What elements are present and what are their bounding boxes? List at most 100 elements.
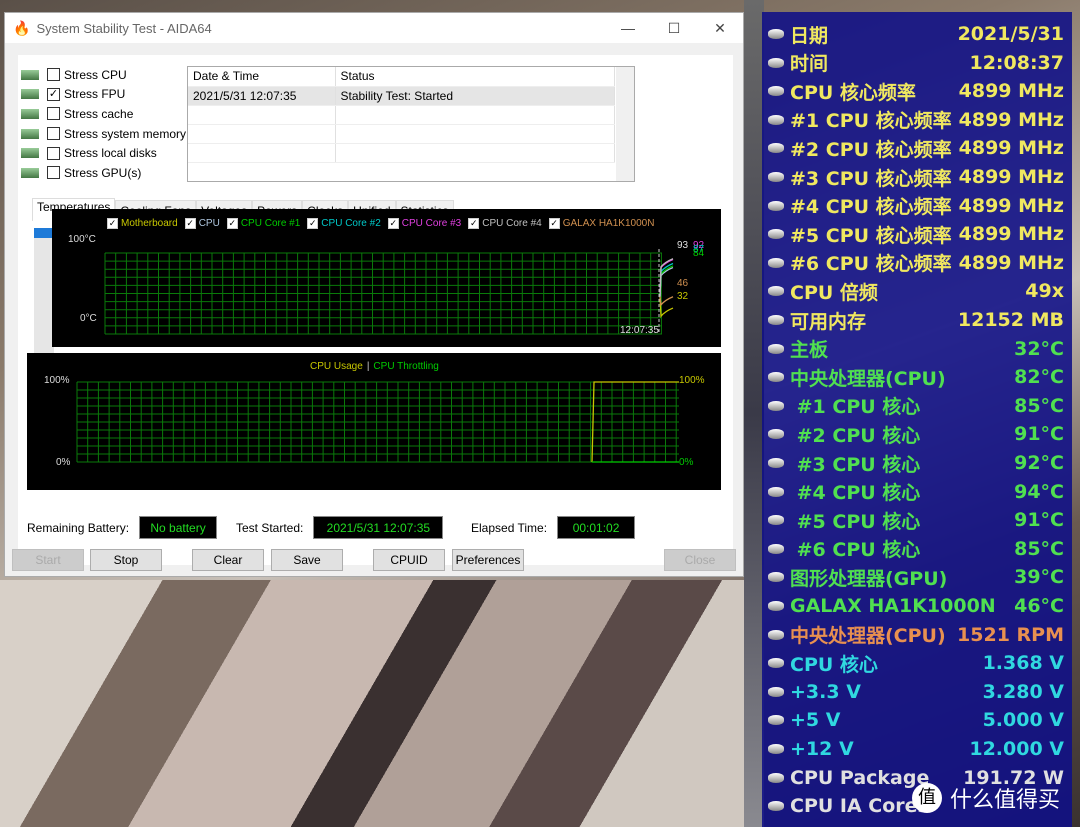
osd-row: #2 CPU 核心频率 4899 MHz — [768, 134, 1064, 162]
close-window-button[interactable]: ✕ — [697, 20, 743, 37]
chart-scrollbar[interactable] — [34, 228, 54, 354]
osd-row: 日期 2021/5/31 — [768, 20, 1064, 48]
watermark: 值什么值得买 — [912, 782, 1060, 814]
calendar-icon — [768, 29, 784, 39]
osd-value: 12.000 V — [969, 738, 1064, 760]
minimize-button[interactable]: — — [605, 20, 651, 37]
osd-row: #3 CPU 核心 92°C — [768, 449, 1064, 477]
osd-label: CPU IA Cores — [790, 795, 929, 818]
cpu-icon — [768, 229, 784, 240]
y-top-label: 100°C — [68, 234, 96, 245]
osd-value: 82°C — [1014, 366, 1064, 389]
maximize-button[interactable]: ☐ — [651, 20, 697, 37]
osd-value: 32°C — [1014, 337, 1064, 360]
stop-button[interactable]: Stop — [90, 549, 162, 571]
osd-value: 1521 RPM — [957, 623, 1064, 646]
cpuid-button[interactable]: CPUID — [373, 549, 445, 571]
stress-label: Stress local disks — [64, 146, 157, 161]
osd-row: CPU 倍频 49x — [768, 277, 1064, 305]
osd-row: #4 CPU 核心频率 4899 MHz — [768, 192, 1064, 220]
cpu-icon — [768, 86, 784, 97]
y-bottom-label: 0°C — [80, 313, 97, 324]
fpu-icon — [21, 89, 39, 100]
log-row[interactable]: 2021/5/31 12:07:35 Stability Test: Starte… — [188, 86, 615, 106]
osd-value: 5.000 V — [982, 709, 1064, 732]
osd-value: 85°C — [1014, 537, 1064, 560]
log-scrollbar[interactable] — [616, 67, 634, 181]
osd-label: CPU 核心 — [790, 653, 878, 676]
end-value-label: 46 — [677, 278, 689, 289]
osd-row: #2 CPU 核心 91°C — [768, 420, 1064, 448]
y-right-bottom: 0% — [679, 457, 694, 468]
osd-row: #5 CPU 核心 91°C — [768, 506, 1064, 534]
test-started-value: 2021/5/31 12:07:35 — [313, 516, 444, 539]
cpu-icon — [768, 143, 784, 154]
stress-option[interactable]: Stress local disks — [21, 143, 186, 163]
watermark-logo: 值 — [912, 783, 942, 813]
test-started-label: Test Started: — [236, 520, 304, 535]
y-right-top: 100% — [679, 375, 705, 386]
y-left-top: 100% — [44, 375, 70, 386]
memory-icon — [21, 128, 39, 139]
clear-button[interactable]: Clear — [192, 549, 264, 571]
cpu-icon — [768, 286, 784, 297]
stress-checkbox[interactable] — [47, 127, 60, 141]
osd-value: 4899 MHz — [958, 223, 1064, 246]
stress-label: Stress GPU(s) — [64, 165, 142, 180]
stress-checkbox[interactable] — [47, 68, 60, 82]
stress-option[interactable]: Stress cache — [21, 104, 186, 124]
osd-row: +5 V 5.000 V — [768, 706, 1064, 734]
osd-label: #1 CPU 核心 — [790, 396, 921, 419]
preferences-button[interactable]: Preferences — [452, 549, 524, 571]
gpu-icon — [21, 167, 39, 178]
osd-row: #3 CPU 核心频率 4899 MHz — [768, 163, 1064, 191]
col-date-time[interactable]: Date & Time — [188, 67, 336, 87]
cpu-icon — [768, 458, 784, 468]
stress-checkbox[interactable] — [47, 166, 60, 180]
osd-row: #4 CPU 核心 94°C — [768, 478, 1064, 506]
osd-label: #6 CPU 核心 — [790, 539, 921, 562]
stress-checkbox[interactable]: ✓ — [47, 87, 60, 101]
stress-checkbox[interactable] — [47, 146, 60, 160]
save-button[interactable]: Save — [271, 549, 343, 571]
clock-icon — [768, 57, 784, 68]
title-bar[interactable]: 🔥 System Stability Test - AIDA64 — ☐ ✕ — [5, 13, 743, 43]
cpu-icon — [768, 172, 784, 182]
osd-row: +3.3 V 3.280 V — [768, 678, 1064, 706]
stress-option[interactable]: Stress GPU(s) — [21, 163, 186, 183]
col-status[interactable]: Status — [335, 67, 615, 87]
stress-options: Stress CPU ✓ Stress FPU Stress cache Stress … — [21, 65, 186, 183]
cpu-icon — [768, 400, 784, 411]
stress-checkbox[interactable] — [47, 107, 60, 121]
elapsed-time-label: Elapsed Time: — [471, 520, 548, 535]
log-status: Stability Test: Started — [335, 86, 615, 106]
osd-label: 日期 — [790, 24, 829, 47]
series-line — [659, 296, 674, 307]
cpu-usage-chart: CPU Usage | CPU Throttling 100% 0% 100% … — [27, 353, 721, 490]
osd-label: #4 CPU 核心频率 — [790, 196, 952, 219]
stress-option[interactable]: Stress system memory — [21, 124, 186, 144]
osd-value: 4899 MHz — [958, 108, 1064, 131]
osd-label: GALAX HA1K1000N — [790, 595, 996, 617]
stress-option[interactable]: Stress CPU — [21, 65, 186, 85]
osd-label: 中央处理器(CPU) — [790, 367, 946, 390]
end-value-label: 93 — [677, 240, 689, 251]
grid — [76, 381, 679, 463]
osd-label: +3.3 V — [790, 680, 861, 703]
cpu-icon — [768, 429, 784, 440]
voltage-icon — [768, 686, 784, 697]
cpu-chip-icon — [21, 69, 39, 80]
motherboard-icon — [768, 343, 784, 354]
osd-label: #1 CPU 核心频率 — [790, 110, 952, 133]
osd-row: #6 CPU 核心频率 4899 MHz — [768, 249, 1064, 277]
close-button[interactable]: Close — [664, 549, 736, 571]
osd-row: #5 CPU 核心频率 4899 MHz — [768, 220, 1064, 248]
osd-value: 94°C — [1014, 480, 1064, 503]
osd-value: 92°C — [1014, 452, 1064, 474]
osd-label: #5 CPU 核心频率 — [790, 224, 952, 247]
start-button[interactable]: Start — [12, 549, 84, 571]
osd-label: +12 V — [790, 738, 854, 760]
disk-icon — [768, 601, 784, 611]
cpu-icon — [768, 543, 784, 554]
stress-option[interactable]: ✓ Stress FPU — [21, 85, 186, 105]
